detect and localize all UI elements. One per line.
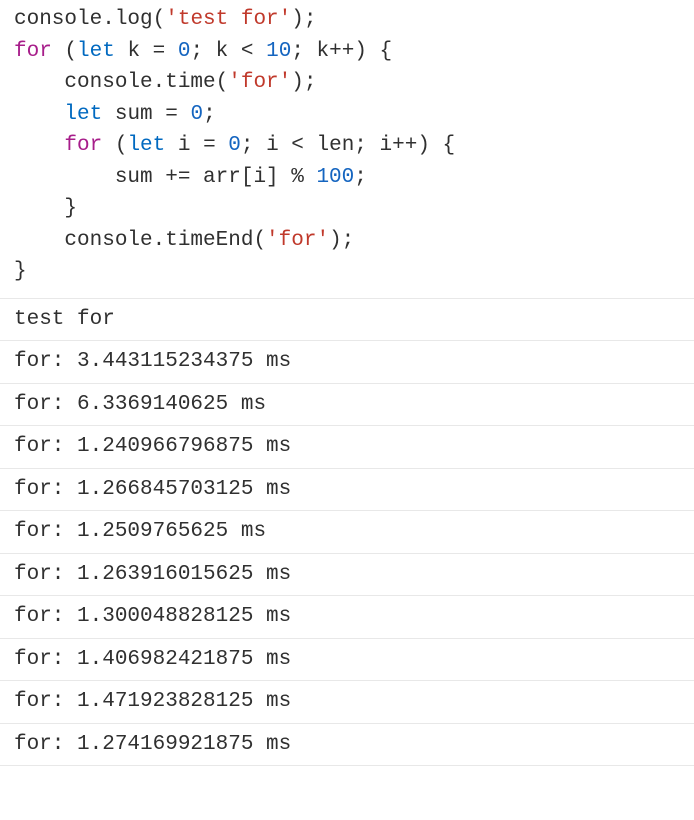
code-keyword-for: for [14,40,52,63]
console-time-output: for: 1.2509765625 ms [0,511,694,554]
code-text: sum = [102,103,190,126]
code-text: ; i < len; i++) { [241,134,455,157]
console-time-output: for: 1.406982421875 ms [0,639,694,682]
code-string: 'for' [266,229,329,252]
code-number: 10 [266,40,291,63]
code-text: console.time( [14,71,228,94]
code-text: i = [165,134,228,157]
code-text: } [14,260,27,283]
code-text: ); [329,229,354,252]
code-keyword-let: let [127,134,165,157]
code-text: ; [354,166,367,189]
code-text: ; k < [190,40,266,63]
code-text: console.timeEnd( [14,229,266,252]
code-number: 100 [316,166,354,189]
console-log-output: test for [0,299,694,342]
code-text [14,103,64,126]
code-text: ); [291,71,316,94]
console-time-output: for: 1.263916015625 ms [0,554,694,597]
code-text: ; [203,103,216,126]
console-input-code[interactable]: console.log('test for'); for (let k = 0;… [0,0,694,299]
code-text: ); [291,8,316,31]
code-string: 'for' [228,71,291,94]
console-time-output: for: 1.274169921875 ms [0,724,694,767]
code-number: 0 [178,40,191,63]
code-keyword-let: let [77,40,115,63]
code-keyword-for: for [64,134,102,157]
code-keyword-let: let [64,103,102,126]
code-text: console.log( [14,8,165,31]
code-text: sum += arr[i] % [14,166,316,189]
console-time-output: for: 1.266845703125 ms [0,469,694,512]
console-time-output: for: 1.471923828125 ms [0,681,694,724]
console-time-output: for: 1.240966796875 ms [0,426,694,469]
code-string: 'test for' [165,8,291,31]
code-text: ; k++) { [291,40,392,63]
console-time-output: for: 6.3369140625 ms [0,384,694,427]
code-text: k = [115,40,178,63]
code-number: 0 [228,134,241,157]
code-text: ( [102,134,127,157]
console-time-output: for: 3.443115234375 ms [0,341,694,384]
code-text: ( [52,40,77,63]
code-number: 0 [190,103,203,126]
code-text [14,134,64,157]
console-time-output: for: 1.300048828125 ms [0,596,694,639]
code-text: } [14,197,77,220]
